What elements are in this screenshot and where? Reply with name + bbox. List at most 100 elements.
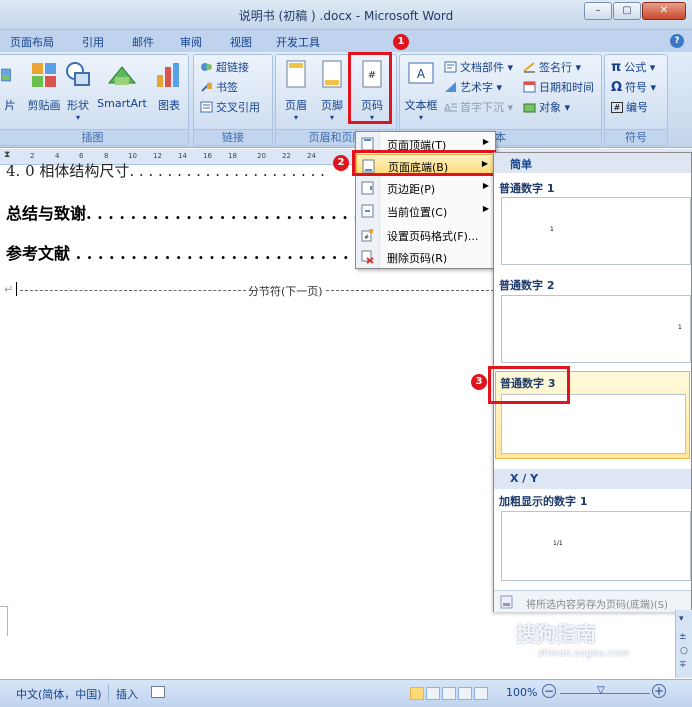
insert-mode-status[interactable]: 插入: [116, 686, 138, 702]
menu-item-page-margin[interactable]: 页边距(P) ▶: [356, 177, 495, 199]
tab-developer[interactable]: 开发工具: [276, 34, 320, 50]
gallery-section-simple: 简单: [494, 153, 691, 173]
toc-line-references: 参考文献 . . . . . . . . . . . . . . . . . .…: [6, 244, 371, 263]
menu-item-format-page-numbers[interactable]: # 设置页码格式(F)...: [356, 224, 495, 246]
outline-view-icon[interactable]: [458, 687, 472, 700]
step-badge-1: 1: [393, 34, 409, 50]
gallery-item-name: 普通数字 1: [499, 182, 555, 195]
zoom-out-icon[interactable]: −: [542, 684, 556, 698]
tab-references[interactable]: 引用: [82, 34, 104, 50]
gallery-item-name: 普通数字 2: [499, 279, 555, 292]
indent-marker-icon[interactable]: ⧗: [4, 150, 10, 160]
footer-icon: [322, 60, 342, 88]
group-label-illustrations: 插图: [0, 129, 188, 145]
signature-line-button[interactable]: 签名行 ▾: [523, 59, 581, 75]
gallery-section-xy: X / Y: [494, 469, 691, 489]
page-number-highlight: [348, 52, 392, 124]
save-selection-as-page-number[interactable]: 将所选内容另存为页码(底端)(S): [494, 590, 691, 612]
page-margin-icon: [361, 181, 374, 195]
next-page-icon[interactable]: ∓: [679, 660, 687, 670]
signature-icon: [523, 62, 535, 73]
gallery-item-plain-number-2[interactable]: 1: [501, 295, 691, 363]
menu-item-remove-page-numbers[interactable]: 删除页码(R): [356, 246, 495, 268]
menu-item-current-position[interactable]: 当前位置(C) ▶: [356, 200, 495, 222]
wordart-icon: [445, 82, 456, 92]
shapes-button[interactable]: 形状 ▾: [63, 59, 93, 122]
prev-page-icon[interactable]: ±: [679, 632, 687, 642]
gallery-item-name: 加粗显示的数字 1: [499, 495, 588, 508]
draft-view-icon[interactable]: [474, 687, 488, 700]
smartart-icon: [107, 66, 137, 85]
view-buttons: [410, 687, 488, 700]
full-screen-view-icon[interactable]: [426, 687, 440, 700]
help-icon[interactable]: ?: [670, 34, 684, 48]
zoom-slider-thumb[interactable]: ▽: [597, 685, 605, 696]
tab-view[interactable]: 视图: [230, 34, 252, 50]
header-icon: [286, 60, 306, 88]
ribbon-tabs: 页面布局 引用 邮件 审阅 视图 开发工具 ?: [0, 30, 692, 52]
vertical-scrollbar[interactable]: ▾ ± ○ ∓: [675, 610, 692, 678]
hash-box-icon: #: [611, 101, 623, 113]
submenu-arrow-icon: ▶: [482, 181, 489, 190]
group-symbols: π 公式 ▾ Ω 符号 ▾ # 编号 符号: [604, 54, 668, 146]
section-break: ↵ 分节符(下一页): [4, 282, 494, 298]
textbox-icon: A: [408, 62, 434, 84]
smartart-button[interactable]: SmartArt: [95, 59, 149, 110]
maximize-button[interactable]: ▢: [613, 2, 641, 20]
numbering-button[interactable]: # 编号: [611, 99, 648, 115]
symbol-button[interactable]: Ω 符号 ▾: [611, 79, 656, 95]
page-corner-mark: [0, 606, 8, 636]
header-button[interactable]: 页眉 ▾: [280, 59, 312, 122]
bookmark-button[interactable]: 书签: [200, 79, 238, 95]
tab-mailings[interactable]: 邮件: [132, 34, 154, 50]
bookmark-icon: [201, 82, 212, 92]
picture-button[interactable]: 片: [0, 59, 21, 113]
window-controls: – ▢ ✕: [584, 2, 686, 20]
submenu-arrow-icon: ▶: [482, 137, 489, 146]
gallery-item-plain-number-1[interactable]: 1: [501, 197, 691, 265]
current-position-icon: [361, 204, 374, 218]
tab-page-layout[interactable]: 页面布局: [10, 34, 54, 50]
browse-object-icon[interactable]: ○: [680, 646, 688, 656]
chart-button[interactable]: 图表: [153, 59, 185, 113]
ribbon: 片 剪贴画 形状 ▾ SmartArt 图表 插图 超链接 书签 交叉引用 链接…: [0, 34, 692, 148]
watermark-url: zhinan.sogou.com: [538, 648, 630, 659]
language-status[interactable]: 中文(简体，中国): [16, 686, 102, 702]
scroll-down-arrow-icon[interactable]: ▾: [679, 614, 684, 624]
clipart-button[interactable]: 剪贴画: [25, 59, 63, 113]
zoom-in-icon[interactable]: +: [652, 684, 666, 698]
object-icon: [523, 103, 536, 113]
drop-cap-button[interactable]: A 首字下沉 ▾: [444, 99, 513, 115]
date-time-button[interactable]: 日期和时间: [523, 79, 594, 95]
textbox-button[interactable]: A 文本框 ▾: [402, 59, 440, 122]
footer-button[interactable]: 页脚 ▾: [316, 59, 348, 122]
pi-icon: π: [611, 59, 622, 75]
hyperlink-icon: [201, 63, 212, 71]
group-illustrations: 片 剪贴画 形状 ▾ SmartArt 图表 插图: [0, 54, 189, 146]
group-links: 超链接 书签 交叉引用 链接: [193, 54, 273, 146]
paragraph-mark-icon: ↵: [4, 283, 14, 296]
wordart-button[interactable]: 艺术字 ▾: [444, 79, 502, 95]
title-bar: 说明书 (初稿 ) .docx - Microsoft Word – ▢ ✕: [0, 0, 692, 30]
cross-reference-button[interactable]: 交叉引用: [200, 99, 260, 115]
omega-icon: Ω: [611, 79, 623, 95]
zoom-level[interactable]: 100%: [506, 686, 537, 699]
quick-parts-button[interactable]: 文档部件 ▾: [444, 59, 513, 75]
tab-review[interactable]: 审阅: [180, 34, 202, 50]
page-top-icon: [361, 137, 374, 151]
calendar-icon: [523, 81, 536, 93]
web-layout-view-icon[interactable]: [442, 687, 456, 700]
equation-button[interactable]: π 公式 ▾: [611, 59, 655, 75]
gallery-item-bold-number-1[interactable]: 1/1: [501, 511, 691, 581]
minimize-button[interactable]: –: [584, 2, 612, 20]
print-layout-view-icon[interactable]: [410, 687, 424, 700]
macro-record-icon[interactable]: [151, 686, 165, 698]
chart-icon: [157, 63, 179, 87]
step-badge-2: 2: [333, 155, 349, 171]
hyperlink-button[interactable]: 超链接: [200, 59, 249, 75]
zoom-slider[interactable]: [560, 693, 650, 694]
object-button[interactable]: 对象 ▾: [523, 99, 570, 115]
shapes-icon: [66, 62, 90, 86]
page-bottom-highlight: [352, 150, 496, 176]
close-button[interactable]: ✕: [642, 2, 686, 20]
